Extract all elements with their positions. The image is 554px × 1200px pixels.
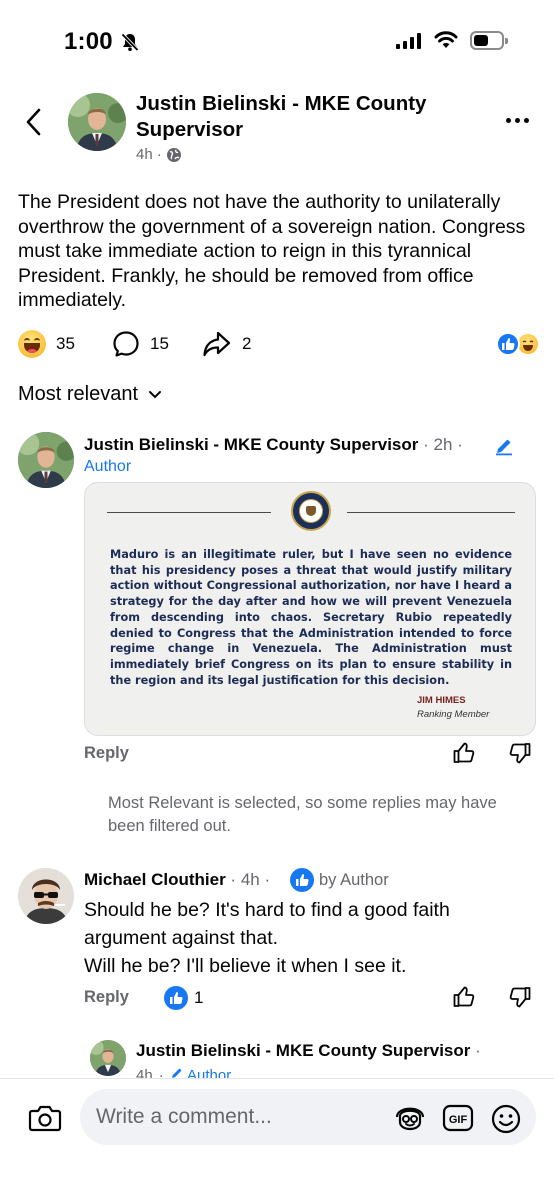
bell-off-icon: [121, 33, 139, 52]
filter-note: Most Relevant is selected, so some repli…: [108, 794, 497, 835]
wifi-icon: [434, 31, 458, 48]
post-author-avatar[interactable]: [68, 93, 126, 151]
comment-text-line: Should he be? It's hard to find a good f…: [84, 899, 450, 949]
more-icon[interactable]: [506, 118, 529, 123]
status-time: 1:00: [64, 28, 113, 55]
chevron-down-icon: [149, 390, 162, 398]
comment-avatar[interactable]: [18, 432, 74, 488]
avatar-sticker-icon[interactable]: [394, 1104, 426, 1132]
post-author-name[interactable]: Justin Bielinski - MKE County Supervisor: [136, 91, 476, 143]
thumbs-down-icon[interactable]: [508, 985, 532, 1009]
comment-like-count[interactable]: 1: [164, 986, 203, 1010]
comment-dot: ·: [475, 1041, 481, 1060]
comment-avatar[interactable]: [18, 868, 74, 924]
react-button[interactable]: 35: [18, 330, 75, 358]
comment-author-name[interactable]: Justin Bielinski - MKE County Supervisor: [84, 435, 418, 454]
share-count: 2: [242, 334, 252, 353]
status-bar: 1:00: [0, 0, 554, 80]
comment-icon: [113, 331, 139, 357]
comment-text: Should he be? It's hard to find a good f…: [84, 896, 524, 980]
share-button[interactable]: 2: [202, 330, 251, 358]
comment-age: 2h: [433, 435, 453, 454]
post-actions-row: 35 15 2: [18, 330, 540, 360]
comment-dot: ·: [264, 870, 271, 889]
author-tag: Author: [84, 458, 132, 475]
reply-author-name[interactable]: Justin Bielinski - MKE County Supervisor: [136, 1041, 470, 1060]
like-count: 1: [194, 988, 204, 1007]
comment-dot: ·: [423, 435, 429, 454]
globe-icon: [166, 147, 181, 162]
sort-dropdown[interactable]: Most relevant: [18, 383, 162, 406]
comment-dot: ·: [230, 870, 237, 889]
comment-author[interactable]: Michael Clouthier · 4h ·: [84, 870, 270, 890]
signal-icon: [396, 33, 421, 49]
reply-author[interactable]: Justin Bielinski - MKE County Supervisor…: [136, 1041, 481, 1061]
comment-button[interactable]: 15: [112, 330, 169, 358]
liked-by-author: by Author: [290, 868, 389, 892]
camera-icon[interactable]: [28, 1103, 62, 1133]
battery-icon: [470, 31, 508, 50]
comment-age: 4h: [240, 870, 260, 889]
image-signer-title: Ranking Member: [417, 709, 490, 720]
post-body: The President does not have the authorit…: [18, 191, 526, 311]
image-signer-name: JIM HIMES: [417, 695, 466, 706]
divider: [347, 512, 515, 513]
sort-label: Most relevant: [18, 383, 139, 405]
share-icon: [203, 331, 231, 357]
divider: [107, 512, 271, 513]
reply-button[interactable]: Reply: [84, 744, 129, 763]
reply-button[interactable]: Reply: [84, 988, 129, 1007]
back-icon[interactable]: [20, 106, 48, 138]
edit-icon[interactable]: [494, 436, 514, 456]
liked-by-label: by Author: [319, 870, 389, 889]
post-meta: 4h ·: [136, 146, 182, 163]
seal-icon: [291, 491, 331, 531]
smiley-icon[interactable]: [490, 1104, 522, 1134]
comment-count: 15: [150, 334, 169, 353]
comment-dot: ·: [457, 435, 463, 454]
reply-avatar[interactable]: [90, 1040, 126, 1076]
reaction-summary[interactable]: [496, 332, 540, 356]
gif-icon[interactable]: GIF: [442, 1104, 474, 1132]
svg-text:GIF: GIF: [449, 1114, 468, 1126]
meta-dot: ·: [156, 146, 162, 163]
like-icon: [164, 986, 188, 1010]
comment-composer: GIF: [0, 1078, 554, 1200]
like-icon: [496, 332, 520, 356]
reaction-count: 35: [56, 334, 75, 353]
comment-text-line: Will he be? I'll believe it when I see i…: [84, 955, 407, 977]
thumbs-up-icon[interactable]: [452, 741, 476, 765]
comment-author[interactable]: Justin Bielinski - MKE County Supervisor…: [84, 435, 463, 455]
thumbs-down-icon[interactable]: [508, 741, 532, 765]
thumbs-up-icon[interactable]: [452, 985, 476, 1009]
post-age: 4h: [136, 146, 153, 163]
image-quote: Maduro is an illegitimate ruler, but I h…: [110, 548, 512, 687]
comment-author-name[interactable]: Michael Clouthier: [84, 870, 226, 889]
comment-image[interactable]: Maduro is an illegitimate ruler, but I h…: [84, 482, 536, 736]
haha-icon: [18, 330, 46, 358]
like-icon: [290, 868, 314, 892]
